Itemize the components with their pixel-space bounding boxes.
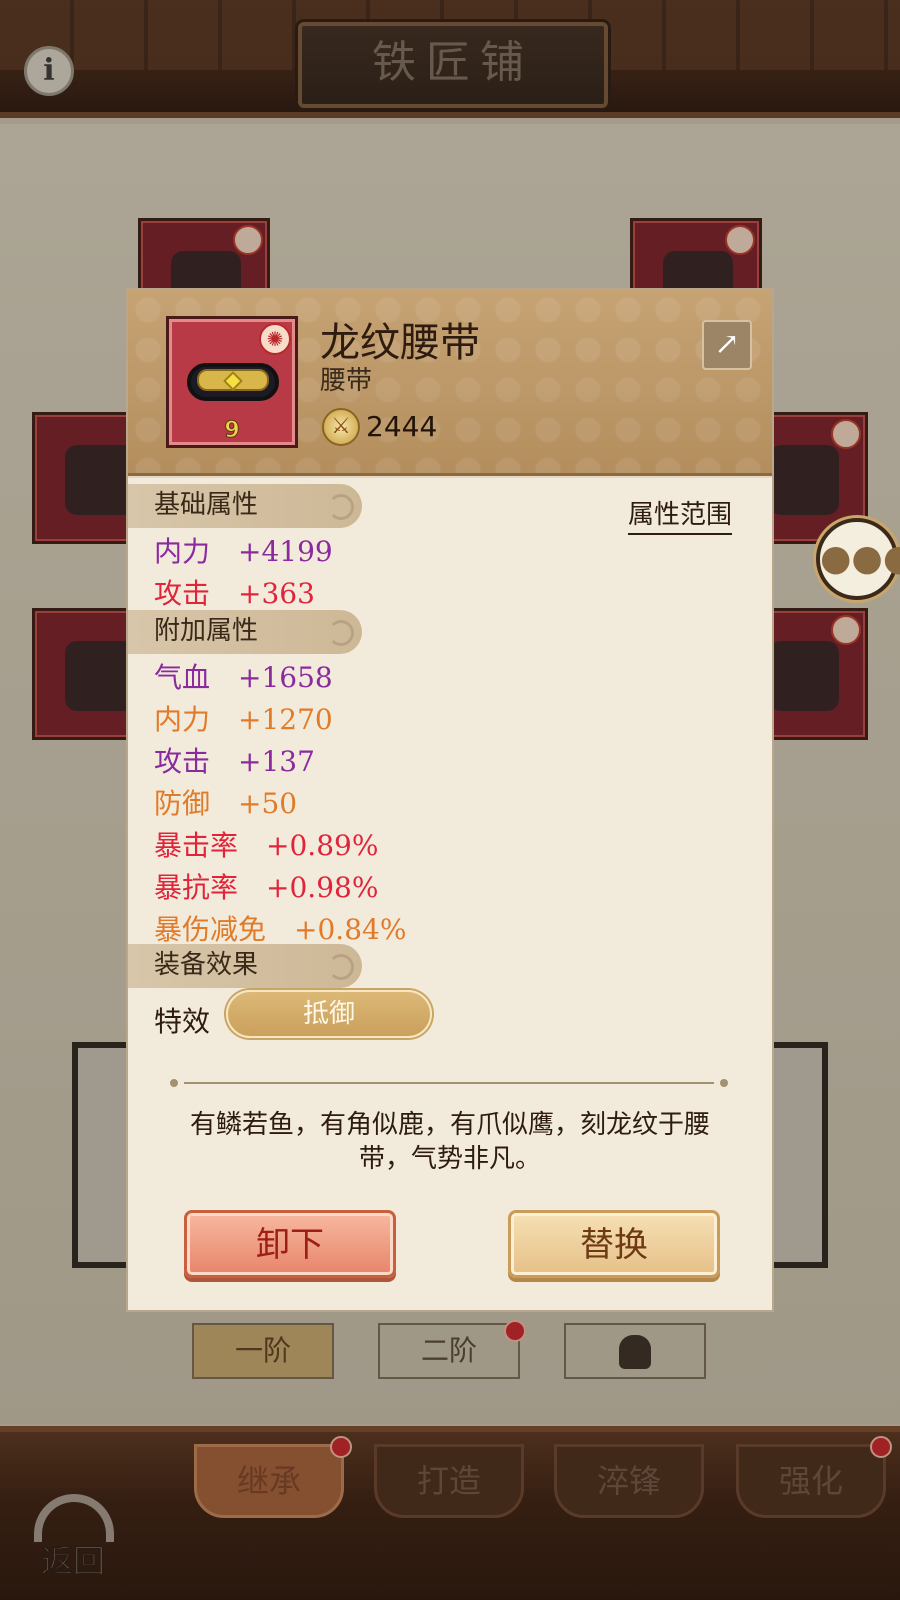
power-icon: ⚔ <box>322 408 360 446</box>
chat-icon[interactable]: ●●● <box>816 518 900 600</box>
item-level: 9 <box>224 418 240 444</box>
effect-label: 特效 <box>154 1005 211 1038</box>
item-icon: ✺ 9 <box>166 316 298 448</box>
extra-stat-row: 防御 +50 <box>154 782 297 822</box>
stat-value: +0.89% <box>266 829 379 862</box>
stat-name: 气血 <box>154 661 211 694</box>
share-icon[interactable]: ↗ <box>702 320 752 370</box>
stat-name: 暴抗率 <box>154 871 239 904</box>
stat-name: 暴击率 <box>154 829 239 862</box>
extra-stat-row: 攻击 +137 <box>154 740 315 780</box>
section-equip-effect: 装备效果 <box>128 944 362 988</box>
popup-header: ✺ 9 龙纹腰带 腰带 ⚔ 2444 ↗ <box>128 290 772 476</box>
item-type: 腰带 <box>320 366 373 396</box>
stat-value: +137 <box>238 745 315 778</box>
stat-name: 防御 <box>154 787 211 820</box>
stat-name: 内力 <box>154 703 211 736</box>
stat-value: +0.84% <box>294 913 407 946</box>
stat-value: +4199 <box>238 535 333 568</box>
extra-stat-row: 暴抗率 +0.98% <box>154 866 378 906</box>
section-extra-stats: 附加属性 <box>128 610 362 654</box>
item-detail-popup: ✺ 9 龙纹腰带 腰带 ⚔ 2444 ↗ 基础属性 属性范围 内力 +4199 攻… <box>126 288 774 1312</box>
base-stat-row: 攻击 +363 <box>154 572 315 612</box>
item-description: 有鳞若鱼，有角似鹿，有爪似鹰，刻龙纹于腰带，气势非凡。 <box>189 1110 710 1174</box>
section-base-stats: 基础属性 <box>128 484 362 528</box>
power-value: 2444 <box>366 410 438 443</box>
popup-body: 基础属性 属性范围 内力 +4199 攻击 +363 附加属性 气血 +1658 内力… <box>128 476 772 1310</box>
quality-badge-icon: ✺ <box>259 323 291 355</box>
extra-stat-row: 暴伤减免 +0.84% <box>154 908 406 948</box>
extra-stat-row: 暴击率 +0.89% <box>154 824 378 864</box>
extra-stat-row: 气血 +1658 <box>154 656 333 696</box>
effect-button[interactable]: 抵御 <box>226 990 432 1038</box>
stat-name: 暴伤减免 <box>154 913 267 946</box>
stat-value: +1270 <box>238 703 333 736</box>
stat-name: 攻击 <box>154 745 211 778</box>
divider-dot <box>720 1079 728 1087</box>
divider-dot <box>170 1079 178 1087</box>
base-stat-row: 内力 +4199 <box>154 530 333 570</box>
attribute-range-link[interactable]: 属性范围 <box>628 494 733 535</box>
divider <box>170 1079 728 1087</box>
stat-value: +363 <box>238 577 315 610</box>
stat-value: +1658 <box>238 661 333 694</box>
extra-stat-row: 内力 +1270 <box>154 698 333 738</box>
stat-name: 内力 <box>154 535 211 568</box>
stat-name: 攻击 <box>154 577 211 610</box>
replace-button[interactable]: 替换 <box>508 1210 720 1278</box>
stat-value: +50 <box>238 787 298 820</box>
stat-value: +0.98% <box>266 871 379 904</box>
unequip-button[interactable]: 卸下 <box>184 1210 396 1278</box>
